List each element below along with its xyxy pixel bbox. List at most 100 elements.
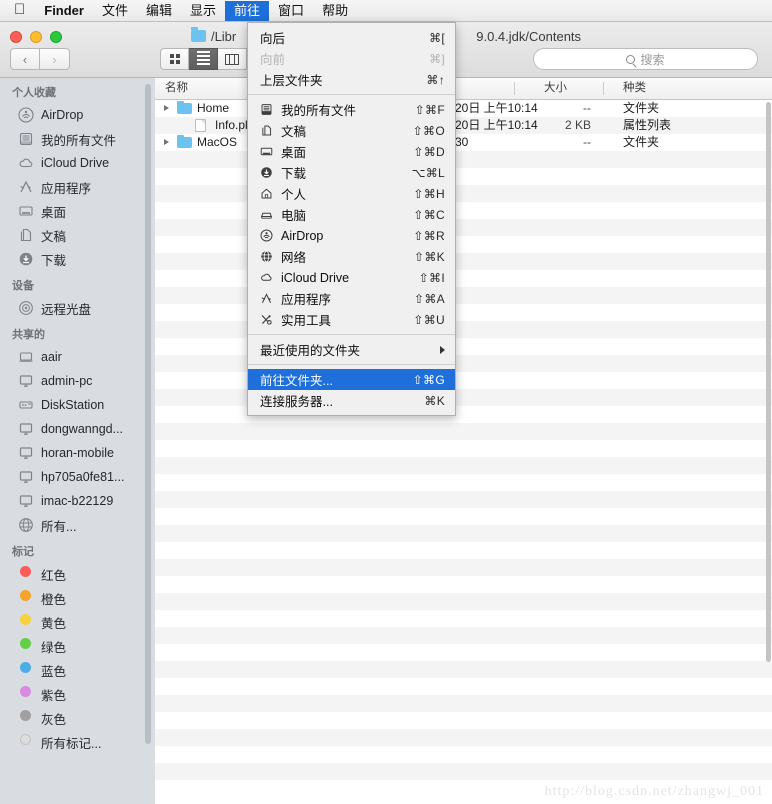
disclosure-triangle-icon[interactable] xyxy=(164,105,169,111)
menubar-item-2[interactable]: 编辑 xyxy=(137,1,181,21)
table-row[interactable] xyxy=(155,627,772,644)
menu-item-15[interactable]: 前往文件夹... ⇧⌘G xyxy=(248,369,455,390)
sidebar-item-[interactable]: 桌面 xyxy=(0,199,155,223)
menu-item-13[interactable]: 实用工具 ⇧⌘U xyxy=(248,309,455,330)
menu-item-6[interactable]: 下载 ⌥⌘L xyxy=(248,162,455,183)
sidebar-item-horan-mobile[interactable]: horan-mobile xyxy=(0,441,155,465)
sidebar-item-[interactable]: 蓝色 xyxy=(0,658,155,682)
table-row[interactable] xyxy=(155,423,772,440)
menu-item-8[interactable]: 电脑 ⇧⌘C xyxy=(248,204,455,225)
table-row[interactable] xyxy=(155,576,772,593)
sidebar[interactable]: 个人收藏 AirDrop 我的所有文件 iCloud Drive 应用程序 桌面 文稿 下载设… xyxy=(0,78,155,804)
menu-item-9[interactable]: AirDrop ⇧⌘R xyxy=(248,225,455,246)
sidebar-item-[interactable]: 灰色 xyxy=(0,706,155,730)
menubar-item-3[interactable]: 显示 xyxy=(181,1,225,21)
table-row[interactable] xyxy=(155,644,772,661)
sidebar-item-[interactable]: 黄色 xyxy=(0,610,155,634)
column-header-kind[interactable]: 种类 xyxy=(623,78,646,99)
desktop-icon xyxy=(260,145,278,158)
sidebar-scrollbar[interactable] xyxy=(145,84,151,744)
column-divider[interactable] xyxy=(514,82,515,95)
table-row[interactable] xyxy=(155,474,772,491)
airdrop-icon xyxy=(260,229,278,242)
menu-item-7[interactable]: 个人 ⇧⌘H xyxy=(248,183,455,204)
table-row[interactable] xyxy=(155,678,772,695)
table-row[interactable] xyxy=(155,440,772,457)
table-row[interactable] xyxy=(155,763,772,780)
sidebar-item-[interactable]: 我的所有文件 xyxy=(0,127,155,151)
sidebar-item-dongwanngd[interactable]: dongwanngd... xyxy=(0,417,155,441)
disclosure-triangle-icon[interactable] xyxy=(164,139,169,145)
table-row[interactable] xyxy=(155,695,772,712)
menu-item-5[interactable]: 桌面 ⇧⌘D xyxy=(248,141,455,162)
menu-item-3[interactable]: 我的所有文件 ⇧⌘F xyxy=(248,99,455,120)
menu-item-11[interactable]: iCloud Drive ⇧⌘I xyxy=(248,267,455,288)
table-row[interactable] xyxy=(155,508,772,525)
search-field[interactable]: 搜索 xyxy=(533,48,758,70)
sidebar-item-label: 所有... xyxy=(41,519,77,534)
forward-button[interactable]: › xyxy=(40,48,70,70)
column-view-button[interactable] xyxy=(218,48,247,70)
table-row[interactable] xyxy=(155,610,772,627)
sidebar-item-aair[interactable]: aair xyxy=(0,345,155,369)
sidebar-item-[interactable]: 红色 xyxy=(0,562,155,586)
menu-item-shortcut: ⇧⌘D xyxy=(413,144,445,159)
applications-icon xyxy=(18,179,34,195)
tag-dot-icon xyxy=(18,590,34,606)
sidebar-item-label: 黄色 xyxy=(41,616,67,631)
menubar-item-5[interactable]: 窗口 xyxy=(269,1,313,21)
menu-item-14[interactable]: 最近使用的文件夹 xyxy=(248,339,455,360)
menubar-item-1[interactable]: 文件 xyxy=(93,1,137,21)
sidebar-item-admin-pc[interactable]: admin-pc xyxy=(0,369,155,393)
back-button[interactable]: ‹ xyxy=(10,48,40,70)
table-row[interactable] xyxy=(155,491,772,508)
document-icon xyxy=(195,119,206,132)
column-header-size[interactable]: 大小 xyxy=(544,78,567,99)
apple-logo-icon[interactable]:  xyxy=(8,1,35,21)
table-row[interactable] xyxy=(155,525,772,542)
menu-item-16[interactable]: 连接服务器... ⌘K xyxy=(248,390,455,411)
list-view-button[interactable] xyxy=(189,48,218,70)
table-row[interactable] xyxy=(155,559,772,576)
sidebar-item-[interactable]: 文稿 xyxy=(0,223,155,247)
sidebar-item-[interactable]: 应用程序 xyxy=(0,175,155,199)
sidebar-item-AirDrop[interactable]: AirDrop xyxy=(0,103,155,127)
sidebar-item-hp705a0fe81[interactable]: hp705a0fe81... xyxy=(0,465,155,489)
menu-item-4[interactable]: 文稿 ⇧⌘O xyxy=(248,120,455,141)
column-header-name[interactable]: 名称 xyxy=(165,78,188,99)
table-row[interactable] xyxy=(155,457,772,474)
table-row[interactable] xyxy=(155,729,772,746)
pane-scrollbar[interactable] xyxy=(766,102,771,662)
sidebar-item-iCloudDrive[interactable]: iCloud Drive xyxy=(0,151,155,175)
menu-item-12[interactable]: 应用程序 ⇧⌘A xyxy=(248,288,455,309)
sidebar-item-[interactable]: 下载 xyxy=(0,247,155,271)
menu-item-label: 连接服务器... xyxy=(260,395,333,409)
menubar-item-6[interactable]: 帮助 xyxy=(313,1,357,21)
menu-item-0[interactable]: 向后 ⌘[ xyxy=(248,27,455,48)
sidebar-item-DiskStation[interactable]: DiskStation xyxy=(0,393,155,417)
table-row[interactable] xyxy=(155,593,772,610)
column-divider[interactable] xyxy=(603,82,604,95)
table-row[interactable] xyxy=(155,542,772,559)
table-row[interactable] xyxy=(155,661,772,678)
menubar-item-4[interactable]: 前往 xyxy=(225,0,270,21)
sidebar-section-header: 设备 xyxy=(12,280,34,292)
sidebar-item-[interactable]: 绿色 xyxy=(0,634,155,658)
sidebar-item-[interactable]: 紫色 xyxy=(0,682,155,706)
table-row[interactable] xyxy=(155,746,772,763)
sidebar-item-[interactable]: 远程光盘 xyxy=(0,296,155,320)
menu-item-1[interactable]: 向前 ⌘] xyxy=(248,48,455,69)
sidebar-item-[interactable]: 所有... xyxy=(0,513,155,537)
icon-view-button[interactable] xyxy=(160,48,189,70)
sidebar-item-[interactable]: 所有标记... xyxy=(0,730,155,754)
table-row[interactable] xyxy=(155,712,772,729)
sidebar-item-imac-b22129[interactable]: imac-b22129 xyxy=(0,489,155,513)
menu-item-shortcut: ⇧⌘H xyxy=(413,186,445,201)
menu-item-shortcut: ⌘[ xyxy=(429,30,445,45)
menu-item-10[interactable]: 网络 ⇧⌘K xyxy=(248,246,455,267)
menubar-item-0[interactable]: Finder xyxy=(35,1,93,21)
network-icon xyxy=(18,517,34,533)
sidebar-item-[interactable]: 橙色 xyxy=(0,586,155,610)
tag-dot-icon xyxy=(18,710,34,726)
menu-item-2[interactable]: 上层文件夹 ⌘↑ xyxy=(248,69,455,90)
